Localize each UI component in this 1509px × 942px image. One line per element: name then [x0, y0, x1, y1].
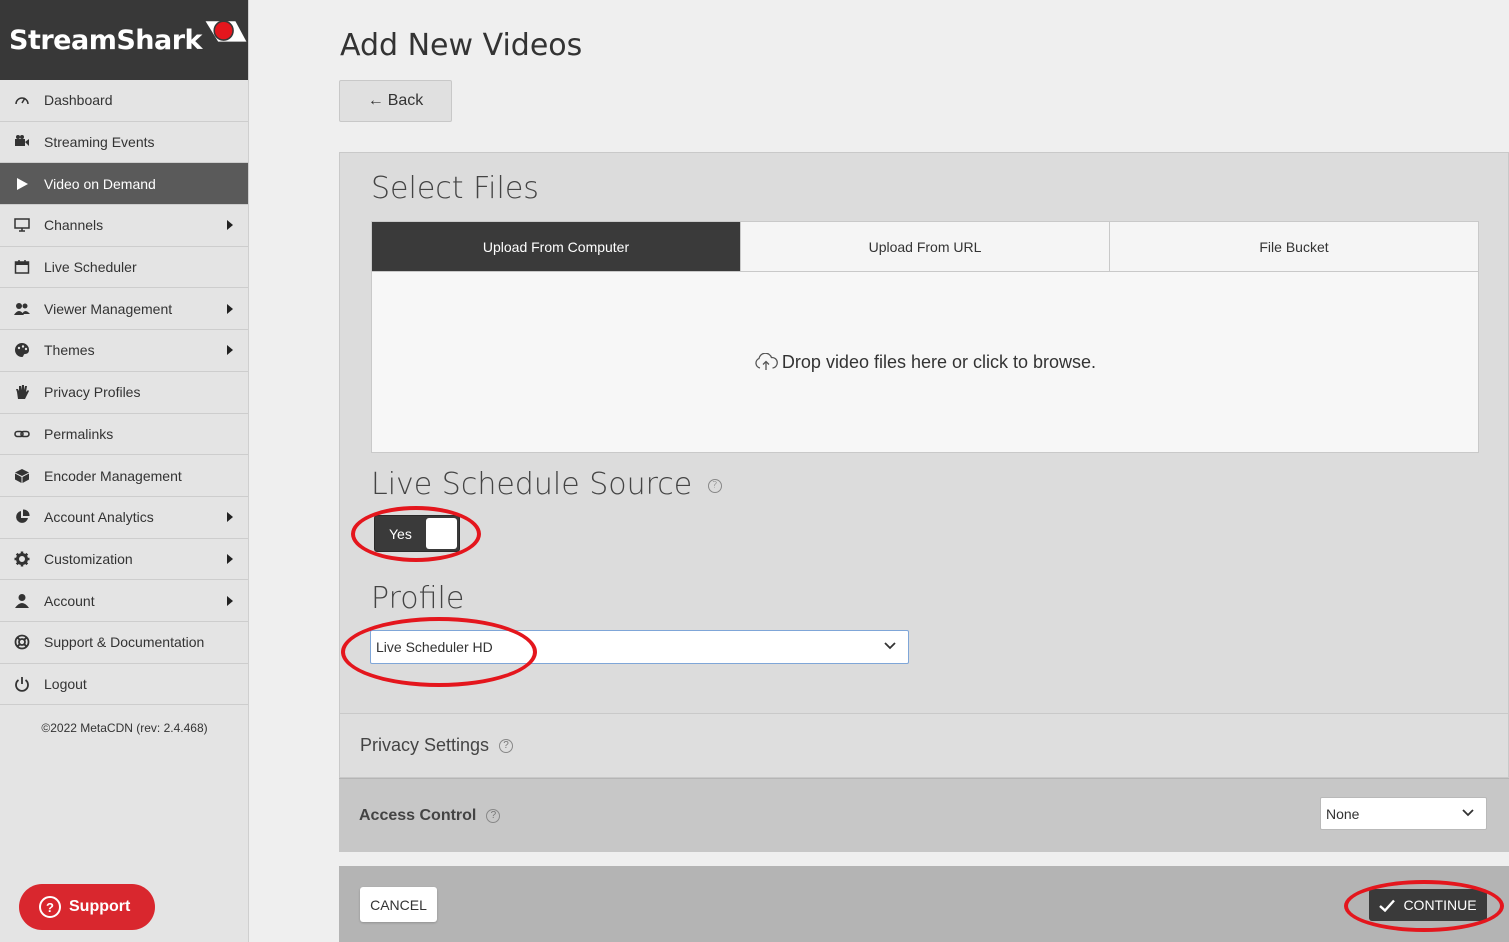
pie-chart-icon [13, 508, 31, 526]
sidebar-item-live-scheduler[interactable]: Live Scheduler [0, 247, 248, 289]
sidebar-item-encoder-management[interactable]: Encoder Management [0, 455, 248, 497]
play-icon [13, 175, 31, 193]
access-control-label: Access Control [359, 806, 477, 824]
privacy-settings-header[interactable]: Privacy Settings ? [339, 714, 1509, 778]
help-icon[interactable]: ? [707, 478, 722, 493]
continue-button-label: CONTINUE [1403, 897, 1477, 913]
lifebuoy-icon [13, 633, 31, 651]
sidebar-item-label: Logout [44, 675, 87, 692]
cloud-upload-icon [755, 353, 778, 370]
brand-name: StreamShark [9, 24, 203, 56]
gauge-icon [13, 91, 31, 109]
sidebar-item-themes[interactable]: Themes [0, 330, 248, 372]
sidebar: StreamShark Dashboard Streaming Events V… [0, 0, 249, 942]
monitor-icon [13, 216, 31, 234]
privacy-settings-title: Privacy Settings [360, 735, 490, 755]
question-circle-icon: ? [39, 896, 61, 918]
tab-upload-from-computer[interactable]: Upload From Computer [372, 222, 741, 271]
sidebar-item-label: Video on Demand [44, 175, 156, 192]
sidebar-item-label: Live Scheduler [44, 259, 137, 276]
live-schedule-source-title: Live Schedule Source [371, 467, 693, 502]
sidebar-item-label: Streaming Events [44, 134, 155, 151]
back-button-label: Back [387, 92, 424, 109]
cancel-button[interactable]: CANCEL [360, 887, 437, 922]
caret-right-icon [227, 220, 233, 231]
support-button-label: Support [69, 898, 131, 915]
dropzone-text: Drop video files here or click to browse… [781, 351, 1097, 372]
sidebar-item-label: Dashboard [44, 92, 113, 109]
caret-right-icon [227, 512, 233, 523]
upload-tabs: Upload From Computer Upload From URL Fil… [371, 221, 1479, 272]
user-icon [13, 592, 31, 610]
sidebar-item-label: Channels [44, 217, 104, 234]
sidebar-item-customization[interactable]: Customization [0, 539, 248, 581]
caret-right-icon [227, 345, 233, 356]
caret-right-icon [227, 303, 233, 314]
select-files-heading: Select Files [371, 171, 539, 206]
profile-select[interactable]: Live Scheduler HD [370, 630, 909, 664]
gear-icon [13, 550, 31, 568]
caret-right-icon [227, 553, 233, 564]
link-icon [13, 425, 31, 443]
sidebar-item-permalinks[interactable]: Permalinks [0, 414, 248, 456]
support-button[interactable]: ? Support [19, 884, 155, 930]
chevron-down-icon [1462, 808, 1474, 816]
sidebar-item-label: Themes [44, 342, 95, 359]
sidebar-nav: Dashboard Streaming Events Video on Dema… [0, 80, 248, 706]
copyright-text: ©2022 MetaCDN (rev: 2.4.468) [41, 721, 208, 736]
sidebar-item-label: Permalinks [44, 425, 114, 442]
sidebar-item-label: Account [44, 592, 95, 609]
profile-select-value: Live Scheduler HD [376, 639, 493, 655]
access-control-select-value: None [1326, 805, 1360, 822]
logo[interactable]: StreamShark [0, 0, 248, 80]
power-icon [13, 675, 31, 693]
sidebar-item-account[interactable]: Account [0, 580, 248, 622]
tab-upload-from-url[interactable]: Upload From URL [741, 222, 1110, 271]
page-title: Add New Videos [340, 28, 583, 63]
sidebar-item-label: Account Analytics [44, 509, 154, 526]
calendar-icon [13, 258, 31, 276]
sidebar-item-label: Customization [44, 550, 133, 567]
sidebar-item-label: Viewer Management [44, 300, 173, 317]
file-dropzone[interactable]: Drop video files here or click to browse… [371, 272, 1479, 453]
sidebar-item-dashboard[interactable]: Dashboard [0, 80, 248, 122]
caret-right-icon [227, 595, 233, 606]
profile-heading: Profile [371, 581, 465, 616]
shark-logo-icon [205, 20, 247, 42]
sidebar-item-privacy-profiles[interactable]: Privacy Profiles [0, 372, 248, 414]
arrow-left-icon: ← [367, 92, 384, 109]
sidebar-item-label: Privacy Profiles [44, 384, 141, 401]
sidebar-item-support-documentation[interactable]: Support & Documentation [0, 622, 248, 664]
video-camera-icon [13, 133, 31, 151]
sidebar-item-account-analytics[interactable]: Account Analytics [0, 497, 248, 539]
checkmark-icon [1379, 899, 1396, 912]
toggle-knob [426, 518, 457, 549]
access-control-select[interactable]: None [1320, 797, 1487, 830]
continue-button[interactable]: CONTINUE [1369, 889, 1487, 921]
sidebar-item-logout[interactable]: Logout [0, 664, 248, 706]
form-footer: CANCEL CONTINUE [339, 866, 1509, 942]
sidebar-item-label: Encoder Management [44, 467, 182, 484]
sidebar-item-viewer-management[interactable]: Viewer Management [0, 288, 248, 331]
sidebar-item-streaming-events[interactable]: Streaming Events [0, 122, 248, 164]
users-icon [13, 300, 31, 318]
sidebar-item-video-on-demand[interactable]: Video on Demand [0, 163, 248, 206]
toggle-label: Yes [389, 526, 412, 542]
access-control-row: Access Control ? None [339, 778, 1509, 852]
help-icon[interactable]: ? [499, 738, 514, 753]
sidebar-item-label: Support & Documentation [44, 634, 205, 651]
live-schedule-source-heading: Live Schedule Source ? [371, 467, 722, 502]
back-button[interactable]: ← Back [339, 80, 452, 122]
live-schedule-source-toggle[interactable]: Yes [374, 515, 460, 552]
hand-icon [13, 383, 31, 401]
help-icon[interactable]: ? [486, 808, 501, 823]
cube-icon [13, 467, 31, 485]
chevron-down-icon [884, 642, 896, 650]
sidebar-item-channels[interactable]: Channels [0, 205, 248, 247]
tab-file-bucket[interactable]: File Bucket [1110, 222, 1478, 271]
palette-icon [13, 341, 31, 359]
